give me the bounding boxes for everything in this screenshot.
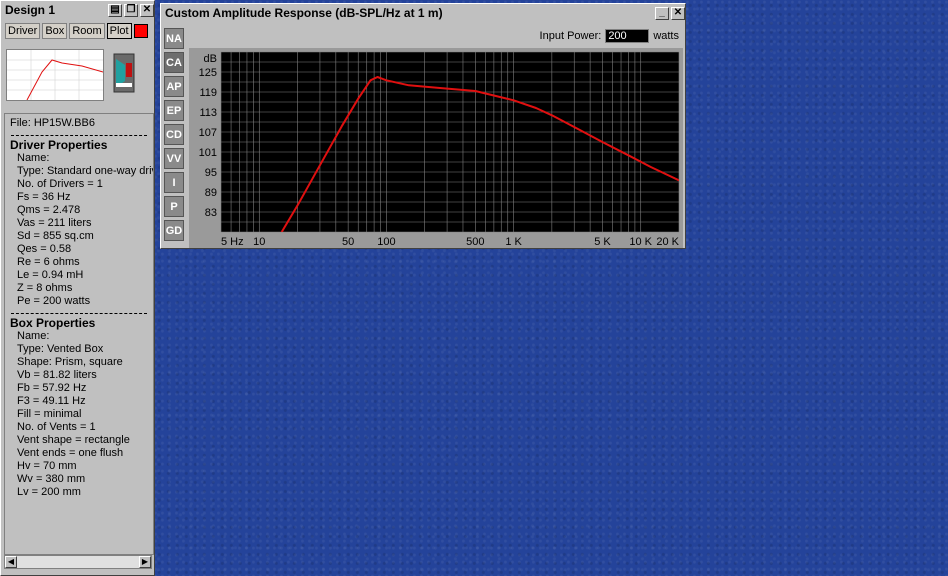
y-tick-label: 125 xyxy=(199,67,217,79)
driver-line: No. of Drivers = 1 xyxy=(17,178,103,190)
input-power-label: Input Power: xyxy=(539,30,602,42)
box-line: Fill = minimal xyxy=(17,408,82,420)
close-icon[interactable]: ✕ xyxy=(140,3,154,17)
plot-button-cd[interactable]: CD xyxy=(164,124,184,145)
box-line: Shape: Prism, square xyxy=(17,356,123,368)
x-tick-label: 10 xyxy=(253,236,265,248)
x-tick-label: 20 K xyxy=(656,236,679,248)
design-tabs: Driver Box Room Plot xyxy=(1,19,154,43)
plot-button-i[interactable]: I xyxy=(164,172,184,193)
driver-line: Sd = 855 sq.cm xyxy=(17,230,94,242)
horizontal-scrollbar[interactable]: ◀ ▶ xyxy=(4,555,152,569)
box-line: Fb = 57.92 Hz xyxy=(17,382,87,394)
tab-plot[interactable]: Plot xyxy=(106,23,132,39)
design-panel: Design 1 ▤ ❐ ✕ Driver Box Room Plot File… xyxy=(0,0,155,576)
vented-box-icon[interactable] xyxy=(113,53,135,93)
color-indicator[interactable] xyxy=(133,24,148,38)
design-title: Design 1 xyxy=(5,3,56,17)
save-icon[interactable]: ▤ xyxy=(108,3,122,17)
box-line: Wv = 380 mm xyxy=(17,473,86,485)
close-icon[interactable]: ✕ xyxy=(671,6,685,20)
y-tick-label: 83 xyxy=(205,207,217,219)
tab-driver[interactable]: Driver xyxy=(5,23,41,39)
plot-button-gd[interactable]: GD xyxy=(164,220,184,241)
box-line: Lv = 200 mm xyxy=(17,486,81,498)
box-line: Name: xyxy=(17,330,50,342)
x-tick-label: 500 xyxy=(466,236,484,248)
box-line: Vb = 81.82 liters xyxy=(17,369,97,381)
response-thumbnail[interactable] xyxy=(6,49,104,101)
x-tick-label: 100 xyxy=(377,236,395,248)
driver-properties-header: Driver Properties xyxy=(10,138,108,152)
separator xyxy=(11,313,147,314)
driver-line: Re = 6 ohms xyxy=(17,256,80,268)
minimize-icon[interactable]: _ xyxy=(655,6,669,20)
driver-line: Vas = 211 liters xyxy=(17,217,92,229)
scroll-left-icon[interactable]: ◀ xyxy=(5,556,17,568)
box-properties-header: Box Properties xyxy=(10,316,96,330)
properties-list: File: HP15W.BB6 Driver Properties Name: T… xyxy=(4,113,154,555)
driver-line: Fs = 36 Hz xyxy=(17,191,71,203)
input-power-unit: watts xyxy=(653,30,679,42)
amplitude-chart[interactable]: 83 89 95 101 107 113 119 125 dB 5 Hz 10 50 100 500 1 K… xyxy=(189,48,683,248)
x-tick-label: 5 Hz xyxy=(221,236,244,248)
plot-button-p[interactable]: P xyxy=(164,196,184,217)
plot-button-ap[interactable]: AP xyxy=(164,76,184,97)
plot-button-vv[interactable]: VV xyxy=(164,148,184,169)
input-power-field[interactable] xyxy=(605,29,650,43)
driver-line: Qes = 0.58 xyxy=(17,243,72,255)
separator xyxy=(11,135,147,136)
y-tick-label: 119 xyxy=(199,87,217,99)
plot-type-buttons: NA CA AP EP CD VV I P GD xyxy=(164,28,186,244)
x-tick-label: 10 K xyxy=(629,236,652,248)
chart-titlebar[interactable]: Custom Amplitude Response (dB-SPL/Hz at … xyxy=(161,4,685,22)
design-titlebar[interactable]: Design 1 ▤ ❐ ✕ xyxy=(1,1,154,19)
driver-line: Type: Standard one-way driv xyxy=(17,165,154,177)
chart-window-title: Custom Amplitude Response (dB-SPL/Hz at … xyxy=(165,6,443,20)
scroll-right-icon[interactable]: ▶ xyxy=(139,556,151,568)
y-tick-label: 107 xyxy=(199,127,217,139)
box-line: Type: Vented Box xyxy=(17,343,104,355)
driver-line: Z = 8 ohms xyxy=(17,282,73,294)
driver-line: Le = 0.94 mH xyxy=(17,269,84,281)
box-properties: Name: Type: Vented Box Shape: Prism, squar… xyxy=(17,330,153,499)
driver-line: Pe = 200 watts xyxy=(17,295,91,307)
tab-room[interactable]: Room xyxy=(69,23,105,39)
file-name: File: HP15W.BB6 xyxy=(10,117,95,129)
y-tick-label: 95 xyxy=(205,167,217,179)
plot-button-ep[interactable]: EP xyxy=(164,100,184,121)
plot-button-ca[interactable]: CA xyxy=(164,52,184,73)
driver-line: Name: xyxy=(17,152,50,164)
restore-icon[interactable]: ❐ xyxy=(124,3,138,17)
box-line: Vent shape = rectangle xyxy=(17,434,130,446)
y-tick-label: 89 xyxy=(205,187,217,199)
x-tick-label: 1 K xyxy=(505,236,522,248)
box-line: Vent ends = one flush xyxy=(17,447,124,459)
input-power-control: Input Power: watts xyxy=(540,29,679,43)
box-line: F3 = 49.11 Hz xyxy=(17,395,86,407)
x-tick-label: 50 xyxy=(342,236,354,248)
box-line: No. of Vents = 1 xyxy=(17,421,96,433)
box-line: Hv = 70 mm xyxy=(17,460,77,472)
y-tick-label: 101 xyxy=(199,147,217,159)
y-axis-label: dB xyxy=(204,53,217,65)
y-tick-label: 113 xyxy=(199,107,217,119)
amplitude-response-window: Custom Amplitude Response (dB-SPL/Hz at … xyxy=(160,3,686,249)
plot-button-na[interactable]: NA xyxy=(164,28,184,49)
driver-properties: Name: Type: Standard one-way driv No. of D… xyxy=(17,152,153,308)
x-tick-label: 5 K xyxy=(594,236,611,248)
driver-line: Qms = 2.478 xyxy=(17,204,81,216)
tab-box[interactable]: Box xyxy=(42,23,68,39)
